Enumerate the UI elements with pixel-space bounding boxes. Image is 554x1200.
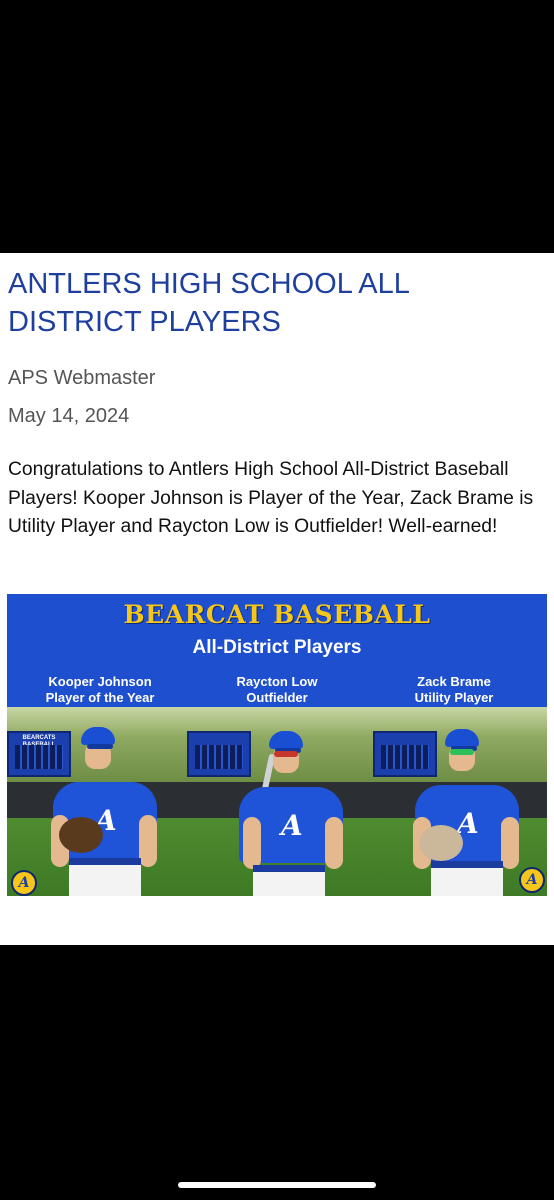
- post-date: May 14, 2024: [8, 405, 130, 427]
- graphic-title: BEARCAT BASEBALL: [123, 600, 431, 629]
- player-name: Zack Brame: [417, 674, 491, 689]
- arm: [325, 817, 343, 869]
- team-logo-icon: A: [519, 867, 545, 893]
- player-caption-2: Raycton Low Outfielder: [187, 674, 367, 706]
- player-name: Kooper Johnson: [48, 674, 152, 689]
- player-photo-zack-brame: A: [367, 707, 547, 896]
- sunglasses: [450, 749, 474, 755]
- all-district-graphic[interactable]: BEARCAT BASEBALL All-District Players Ko…: [7, 594, 547, 896]
- player-photo-kooper-johnson: BEARCATS BASEBALL A: [7, 707, 187, 896]
- belt: [69, 858, 141, 865]
- player-award: Utility Player: [414, 690, 494, 705]
- pants: [431, 868, 503, 896]
- sunglasses: [274, 751, 298, 757]
- pants: [253, 872, 325, 896]
- belt: [431, 861, 503, 868]
- player-caption-1: Kooper Johnson Player of the Year: [10, 674, 190, 706]
- player-caption-3: Zack Brame Utility Player: [364, 674, 544, 706]
- player-figure: [367, 707, 547, 896]
- ball-cap: [445, 729, 479, 751]
- ball-cap: [81, 727, 115, 749]
- post-author[interactable]: APS Webmaster: [8, 366, 155, 390]
- player-award: Player of the Year: [45, 690, 155, 705]
- belt: [253, 865, 325, 872]
- arm: [243, 817, 261, 869]
- pants: [69, 865, 141, 896]
- player-photo-raycton-low: [187, 707, 367, 896]
- baseball-glove: [419, 825, 463, 861]
- home-indicator[interactable]: [178, 1182, 376, 1188]
- team-logo-icon: A: [11, 870, 37, 896]
- post-body: Congratulations to Antlers High School A…: [8, 459, 534, 537]
- player-award: Outfielder: [246, 690, 308, 705]
- baseball-glove: [59, 817, 103, 853]
- player-figure: [7, 707, 187, 896]
- arm: [139, 815, 157, 867]
- player-name: Raycton Low: [236, 674, 318, 689]
- ball-cap: [269, 731, 303, 753]
- graphic-subtitle: All-District Players: [192, 637, 362, 658]
- arm: [501, 817, 519, 869]
- post-card: ANTLERS HIGH SCHOOL ALL DISTRICT PLAYERS…: [0, 253, 554, 945]
- player-figure: [187, 707, 367, 896]
- post-title[interactable]: ANTLERS HIGH SCHOOL ALL DISTRICT PLAYERS: [8, 265, 538, 341]
